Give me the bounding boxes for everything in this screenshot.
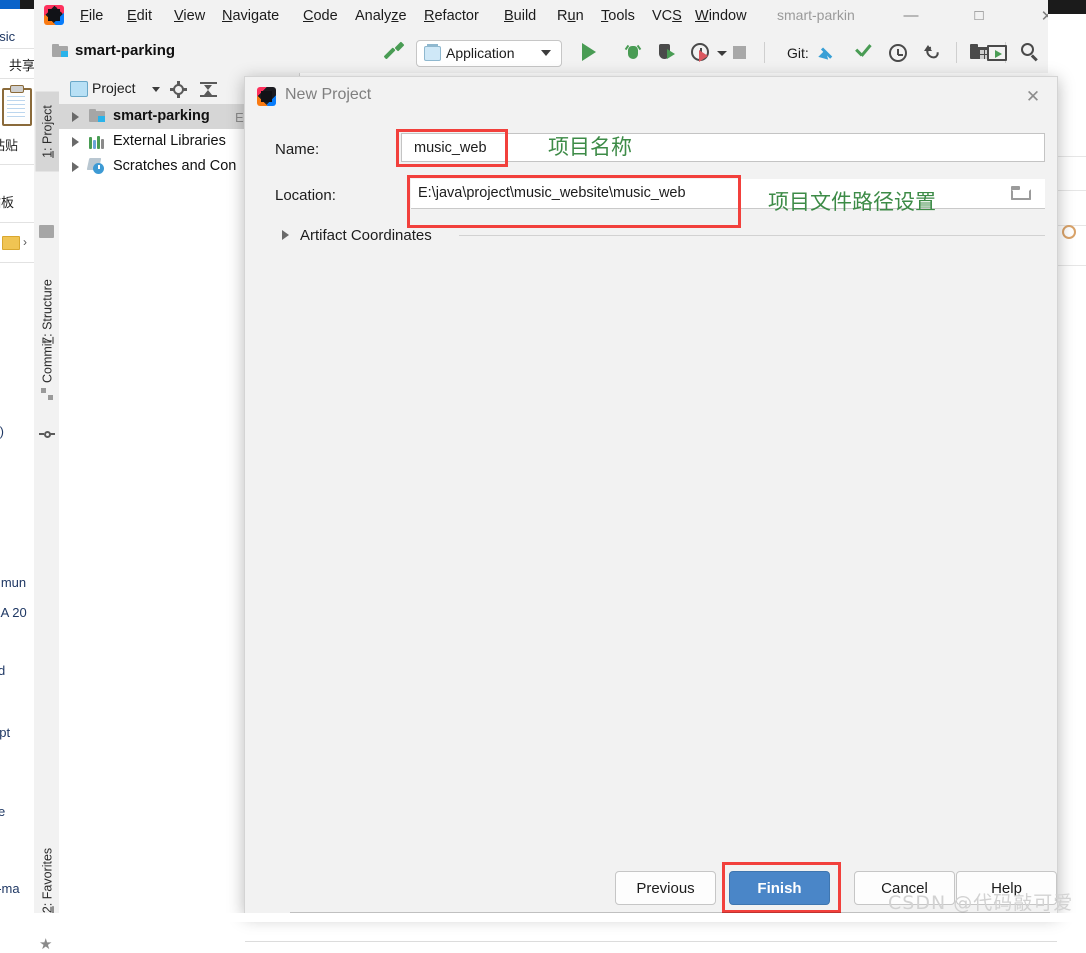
git-history-clock-icon[interactable] [889, 44, 907, 62]
search-everywhere-icon[interactable] [1020, 42, 1040, 62]
explorer-fragment-smiley: :) [0, 424, 4, 439]
run-anything-screen-icon[interactable] [987, 45, 1007, 61]
location-input[interactable]: E:\java\project\music_website\music_web [411, 179, 1045, 208]
menu-vcs[interactable]: VCS [648, 6, 686, 26]
csdn-watermark: CSDN @代码敲可爱 [888, 892, 1074, 914]
commit-node-icon [39, 428, 55, 441]
run-configuration-label: Application [446, 45, 515, 61]
location-field-label: Location: [275, 187, 336, 204]
menu-edit[interactable]: Edit [123, 6, 156, 26]
chevron-down-icon[interactable] [717, 51, 727, 56]
annotation-project-path: 项目文件路径设置 [768, 190, 936, 214]
background-explorer-window: usic 共享 粘贴 贴板 › :) mmun EA 20 d ript e e… [0, 0, 35, 922]
tree-label: External Libraries [113, 133, 226, 149]
tree-label: Scratches and Con [113, 158, 237, 174]
menu-view[interactable]: View [170, 6, 209, 26]
location-input-value: E:\java\project\music_website\music_web [418, 185, 686, 201]
screen-root: usic 共享 粘贴 贴板 › :) mmun EA 20 d ript e e… [0, 0, 1086, 952]
explorer-fragment-usic: usic [0, 29, 16, 44]
project-folder-icon [52, 44, 69, 58]
debug-bug-icon[interactable] [624, 43, 642, 61]
minimize-button[interactable]: — [888, 0, 934, 31]
left-toolwindow-bar: 1: Project 7: Structure Commit 2: Favori… [34, 73, 61, 952]
chevron-down-icon[interactable] [152, 87, 160, 92]
window-title: smart-parkin [777, 7, 855, 23]
explorer-fragment-clipboard: 贴板 [0, 195, 15, 210]
application-config-icon [424, 44, 441, 61]
collapsed-triangle-icon[interactable] [282, 230, 289, 240]
explorer-fragment-e: e [0, 804, 5, 819]
git-label: Git: [787, 45, 809, 61]
menu-build[interactable]: Build [500, 6, 540, 26]
dialog-footer-divider [245, 941, 1057, 942]
menu-window[interactable]: Window [691, 6, 751, 26]
explorer-folder-icon [2, 236, 20, 250]
project-folder-icon [39, 225, 54, 238]
dialog-title: New Project [285, 86, 372, 103]
scroll-from-source-icon[interactable] [170, 81, 187, 98]
hammer-icon[interactable] [383, 41, 405, 63]
artifact-coordinates-label: Artifact Coordinates [300, 227, 432, 244]
project-view-icon [70, 81, 88, 97]
jetbrains-logo-icon: IJ [257, 87, 276, 106]
run-with-coverage-icon[interactable] [657, 43, 675, 61]
git-update-arrow-icon[interactable] [818, 44, 837, 64]
dialog-titlebar: IJ New Project ✕ [245, 77, 1057, 115]
explorer-fragment-community: mmun [0, 575, 27, 590]
sidebar-tab-project[interactable]: 1: Project [35, 91, 61, 172]
folder-browse-icon[interactable] [1011, 186, 1032, 202]
collapsed-triangle-icon[interactable] [72, 162, 79, 172]
profiler-run-arrow-icon [699, 50, 708, 62]
artifact-divider [459, 235, 1045, 236]
git-rollback-undo-icon[interactable] [923, 44, 943, 62]
jetbrains-logo-icon: IJ [44, 5, 64, 25]
menu-tools[interactable]: Tools [597, 6, 639, 26]
run-play-icon[interactable] [582, 43, 596, 61]
run-configuration-selector[interactable]: Application [416, 40, 562, 67]
dialog-close-button[interactable]: ✕ [1019, 85, 1047, 109]
name-input-value: music_web [414, 140, 487, 156]
sidebar-tab-commit[interactable]: Commit [36, 322, 61, 402]
menu-analyze[interactable]: Analyze [351, 6, 411, 26]
previous-button[interactable]: Previous [615, 871, 716, 905]
module-folder-icon [89, 109, 106, 123]
git-commit-check-icon[interactable] [854, 44, 873, 62]
tree-label: smart-parking [113, 108, 210, 124]
bottom-edge [0, 913, 1086, 922]
explorer-fragment-d: d [0, 663, 5, 678]
chevron-down-icon [541, 50, 551, 56]
sidebar-tab-favorites[interactable]: 2: Favorites [36, 841, 61, 921]
collapse-all-icon[interactable] [200, 82, 217, 97]
finish-button[interactable]: Finish [729, 871, 830, 905]
maximize-button[interactable]: □ [956, 0, 1002, 31]
clipboard-icon [2, 85, 32, 126]
scratches-icon [86, 158, 106, 174]
explorer-fragment-ript: ript [0, 725, 11, 740]
external-libraries-icon [89, 134, 106, 149]
menu-run[interactable]: Run [553, 6, 588, 26]
collapsed-triangle-icon[interactable] [72, 112, 79, 122]
explorer-dark-corner [20, 0, 34, 9]
favorites-star-icon: ★ [39, 936, 53, 953]
explorer-fragment-idea: EA 20 [0, 605, 27, 620]
collapsed-triangle-icon[interactable] [72, 137, 79, 147]
menu-bar: IJ File Edit View Navigate Code Analyze … [34, 0, 1053, 32]
project-pane-title: Project [92, 80, 136, 96]
explorer-fragment-share: 共享 [9, 58, 35, 73]
menu-code[interactable]: Code [299, 6, 342, 26]
name-input[interactable]: music_web [401, 133, 1045, 162]
explorer-fragment-paste: 粘贴 [0, 138, 19, 153]
main-toolbar: smart-parking Application Git: [34, 31, 1048, 74]
explorer-fragment-email: e-ma [0, 881, 20, 896]
toolbar-project-name: smart-parking [75, 42, 176, 59]
stop-square-icon[interactable] [733, 46, 746, 59]
menu-file[interactable]: File [76, 6, 107, 26]
menu-refactor[interactable]: Refactor [420, 6, 483, 26]
status-donut-icon [1062, 225, 1076, 239]
annotation-project-name: 项目名称 [548, 135, 632, 159]
menu-navigate[interactable]: Navigate [218, 6, 283, 26]
chevron-right-icon: › [23, 235, 27, 249]
name-field-label: Name: [275, 141, 320, 158]
